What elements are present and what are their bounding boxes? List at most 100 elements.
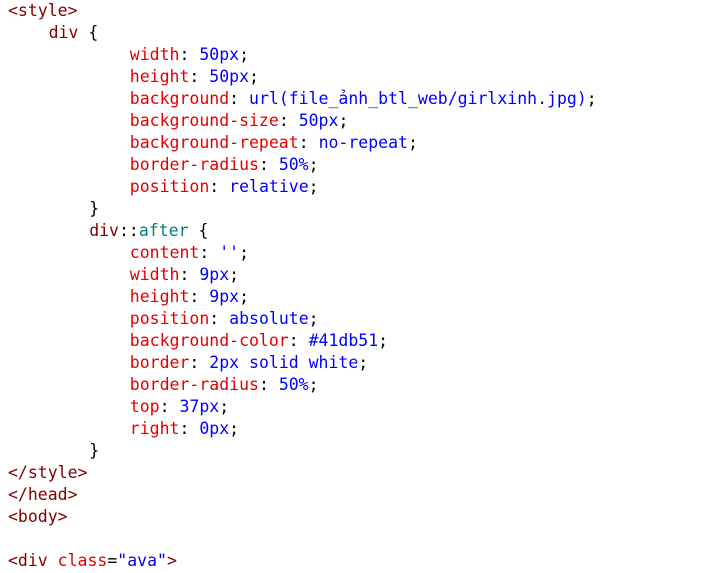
- code-token-property: background-color: [129, 331, 289, 350]
- code-token-property: height: [129, 67, 190, 86]
- code-token-punct: :: [229, 89, 250, 108]
- code-token-property: position: [129, 177, 210, 196]
- code-token-property: border-radius: [129, 375, 259, 394]
- code-token-property: border-radius: [129, 155, 259, 174]
- code-token-punct: }: [89, 441, 100, 460]
- code-token-value: 9px: [199, 265, 230, 284]
- code-token-punct: :: [189, 287, 210, 306]
- code-token-attr: class: [57, 551, 108, 570]
- code-token-punct: ;: [308, 375, 319, 394]
- code-line: top: 37px;: [0, 396, 723, 418]
- code-token-selector: div: [48, 23, 79, 42]
- code-token-punct: ;: [308, 177, 319, 196]
- code-token-value: no-repeat: [318, 133, 408, 152]
- code-token-tag: <style>: [8, 1, 78, 20]
- code-token-punct: ;: [308, 155, 319, 174]
- code-token-punct: :: [189, 353, 210, 372]
- code-line: position: absolute;: [0, 308, 723, 330]
- code-token-value: 2px solid white: [209, 353, 359, 372]
- code-token-punct: ;: [249, 67, 259, 86]
- code-token-value: 9px: [209, 287, 240, 306]
- code-token-punct: ::: [119, 221, 139, 240]
- code-token-punct: :: [159, 397, 180, 416]
- code-line: width: 50px;: [0, 44, 723, 66]
- code-token-punct: {: [78, 23, 99, 42]
- code-token-property: background-size: [129, 111, 279, 130]
- code-token-punct: :: [209, 309, 230, 328]
- code-line: background-repeat: no-repeat;: [0, 132, 723, 154]
- code-token-punct: {: [188, 221, 209, 240]
- code-token-value: 50px: [298, 111, 339, 130]
- code-token-punct: :: [258, 155, 279, 174]
- code-line: </head>: [0, 484, 723, 506]
- code-line: right: 0px;: [0, 418, 723, 440]
- code-token-value: relative: [229, 177, 309, 196]
- code-line: div {: [0, 22, 723, 44]
- code-line: <style>: [0, 0, 723, 22]
- code-token-punct: ;: [219, 397, 230, 416]
- code-token-punct: :: [179, 45, 200, 64]
- code-token-punct: ;: [239, 243, 250, 262]
- code-token-punct: }: [89, 199, 100, 218]
- code-line: border-radius: 50%;: [0, 374, 723, 396]
- code-line: content: '';: [0, 242, 723, 264]
- code-token-punct: ;: [239, 45, 250, 64]
- code-token-tag: </head>: [8, 485, 78, 504]
- code-token-value: '': [219, 243, 240, 262]
- code-token-property: right: [129, 419, 180, 438]
- code-token-punct: ;: [239, 287, 250, 306]
- code-token-punct: :: [278, 111, 299, 130]
- code-line: }: [0, 440, 723, 462]
- code-token-property: position: [129, 309, 210, 328]
- code-line: border-radius: 50%;: [0, 154, 723, 176]
- code-token-punct: :: [179, 419, 200, 438]
- code-line: div::after {: [0, 220, 723, 242]
- code-token-punct: ;: [358, 353, 369, 372]
- code-token-value: 37px: [179, 397, 220, 416]
- code-token-tag: >: [166, 551, 177, 570]
- code-token-property: width: [129, 265, 180, 284]
- code-line: <div class="ava">: [0, 550, 723, 572]
- code-token-value: 50px: [209, 67, 250, 86]
- code-token-punct: ;: [378, 331, 389, 350]
- code-line: width: 9px;: [0, 264, 723, 286]
- code-token-tag: <body>: [8, 507, 68, 526]
- code-line: }: [0, 198, 723, 220]
- code-token-value: absolute: [229, 309, 309, 328]
- code-token-property: background-repeat: [129, 133, 299, 152]
- code-token-punct: ;: [229, 265, 240, 284]
- code-line: border: 2px solid white;: [0, 352, 723, 374]
- code-line: background: url(file_ảnh_btl_web/girlxin…: [0, 88, 723, 110]
- code-token-tag: </style>: [8, 463, 88, 482]
- code-token-value: 0px: [199, 419, 230, 438]
- code-token-property: border: [129, 353, 190, 372]
- code-line: background-color: #41db51;: [0, 330, 723, 352]
- code-token-value: url(file_ảnh_btl_web/girlxinh.jpg): [249, 89, 587, 108]
- code-token-punct: ;: [308, 309, 319, 328]
- code-token-punct: =: [107, 551, 118, 570]
- code-token-value: 50%: [278, 155, 309, 174]
- code-line: <body>: [0, 506, 723, 528]
- code-token-selector: div: [89, 221, 119, 240]
- code-token-property: width: [129, 45, 180, 64]
- code-token-property: height: [129, 287, 190, 306]
- code-token-string: "ava": [117, 551, 167, 570]
- code-token-punct: ;: [338, 111, 349, 130]
- code-token-punct: ;: [407, 133, 418, 152]
- code-token-punct: :: [199, 243, 220, 262]
- code-token-punct: :: [258, 375, 279, 394]
- code-token-punct: :: [288, 331, 309, 350]
- code-token-property: content: [129, 243, 200, 262]
- code-editor[interactable]: <style> div {width: 50px; height: 50px; bac…: [0, 0, 723, 573]
- code-token-value: 50px: [199, 45, 240, 64]
- code-line: </style>: [0, 462, 723, 484]
- code-token-punct: :: [179, 265, 200, 284]
- code-token-value: #41db51: [308, 331, 379, 350]
- code-line: height: 50px;: [0, 66, 723, 88]
- code-token-punct: :: [298, 133, 319, 152]
- code-token-property: background: [129, 89, 230, 108]
- code-token-value: 50%: [278, 375, 309, 394]
- code-line: position: relative;: [0, 176, 723, 198]
- code-token-punct: ;: [229, 419, 240, 438]
